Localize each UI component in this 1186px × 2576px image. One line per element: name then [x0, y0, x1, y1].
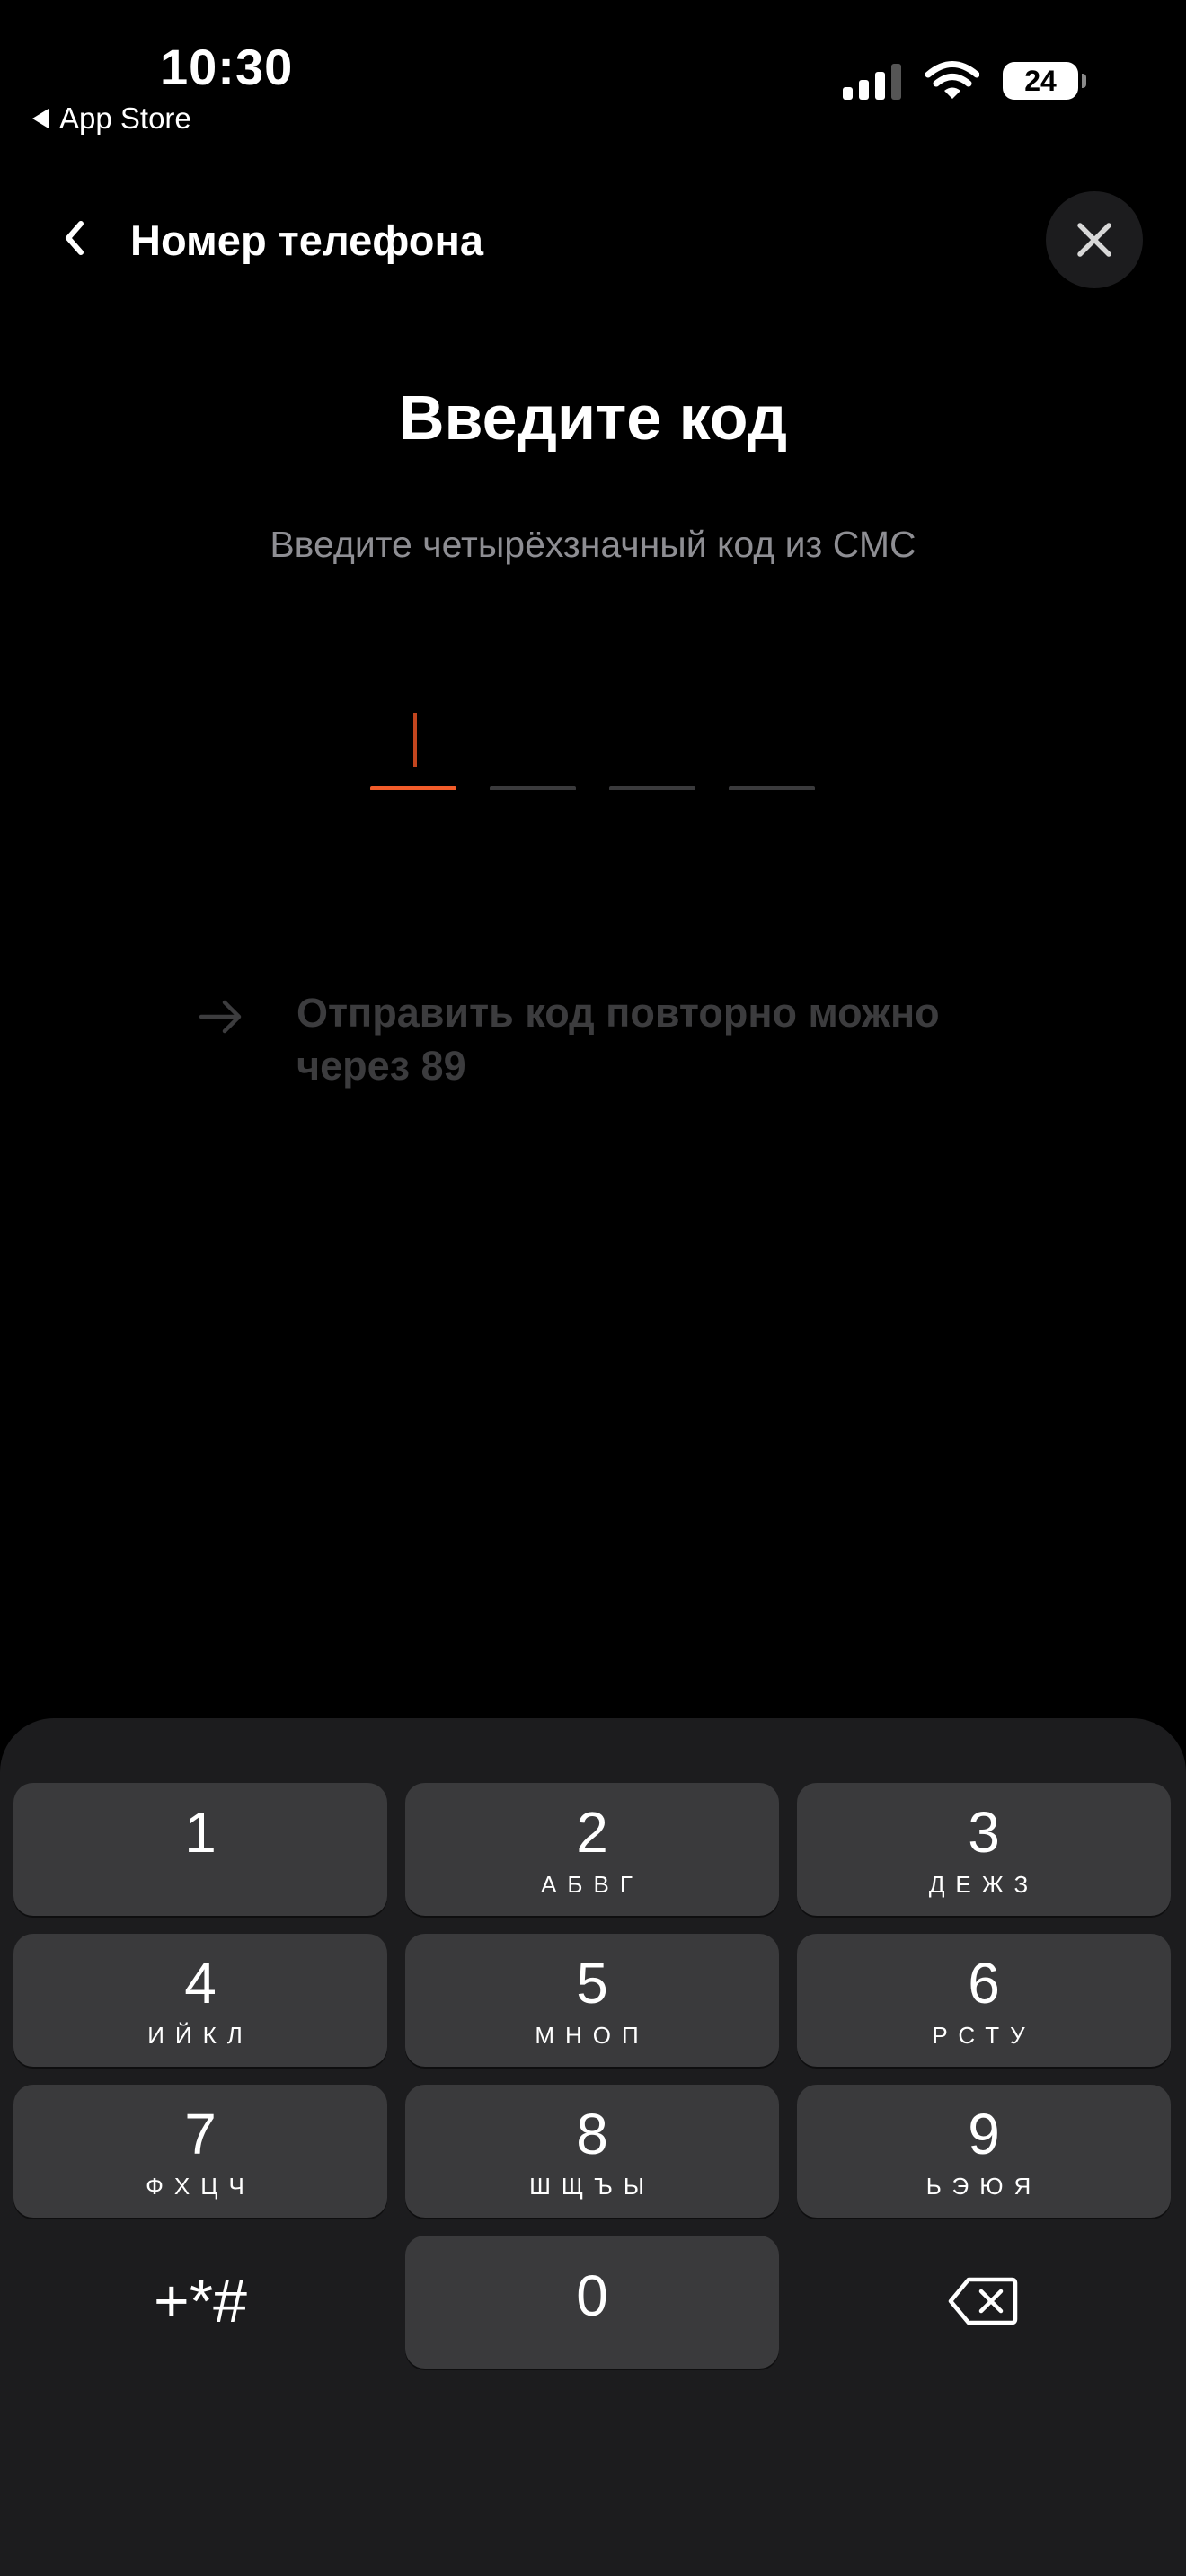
key-letters: ИЙКЛ	[147, 2022, 253, 2049]
key-7[interactable]: 7 ФХЦЧ	[13, 2085, 387, 2218]
cellular-signal-icon	[843, 64, 901, 100]
key-digit: 9	[968, 2102, 1000, 2166]
key-3[interactable]: 3 ДЕЖЗ	[797, 1783, 1171, 1916]
key-digit: 2	[576, 1800, 608, 1865]
key-digit: +*#	[154, 2267, 247, 2335]
key-letters: ШЩЪЫ	[529, 2173, 655, 2200]
key-letters: АБВГ	[541, 1871, 643, 1898]
resend-code-button[interactable]: Отправить код повторно можно через 89	[198, 986, 1006, 1092]
key-0[interactable]: 0	[405, 2236, 779, 2369]
key-8[interactable]: 8 ШЩЪЫ	[405, 2085, 779, 2218]
key-4[interactable]: 4 ИЙКЛ	[13, 1934, 387, 2067]
code-slot-1[interactable]	[370, 710, 456, 790]
code-slot-3[interactable]	[609, 710, 695, 790]
key-digit: 1	[184, 1800, 217, 1865]
code-slot-underline	[370, 786, 456, 790]
key-1[interactable]: 1	[13, 1783, 387, 1916]
key-letters: ФХЦЧ	[146, 2173, 255, 2200]
key-5[interactable]: 5 МНОП	[405, 1934, 779, 2067]
back-to-app-label: App Store	[59, 101, 191, 135]
wifi-icon	[925, 61, 979, 99]
numeric-keypad: 1 2 АБВГ 3 ДЕЖЗ 4 ИЙКЛ 5 МНОП 6 РСТУ 7 Ф…	[0, 1718, 1186, 2576]
key-symbols[interactable]: +*#	[13, 2236, 387, 2369]
code-slot-4[interactable]	[729, 710, 815, 790]
status-time: 10:30	[160, 39, 294, 95]
chevron-left-icon[interactable]	[49, 211, 102, 265]
key-digit: 4	[184, 1951, 217, 2016]
key-letters: ЬЭЮЯ	[925, 2173, 1042, 2200]
back-triangle-icon	[32, 109, 49, 128]
key-digit: 7	[184, 2102, 217, 2166]
status-indicators: 24	[843, 61, 1086, 101]
backspace-icon[interactable]	[947, 2274, 1019, 2328]
key-2[interactable]: 2 АБВГ	[405, 1783, 779, 1916]
code-slot-underline	[609, 786, 695, 790]
key-letters: МНОП	[535, 2022, 650, 2049]
text-caret	[413, 713, 417, 767]
code-slot-underline	[729, 786, 815, 790]
key-digit: 0	[576, 2263, 608, 2328]
resend-code-text: Отправить код повторно можно через 89	[296, 990, 940, 1089]
code-input[interactable]	[370, 710, 816, 790]
code-slot-2[interactable]	[490, 710, 576, 790]
battery-icon: 24	[1003, 62, 1086, 100]
arrow-right-icon	[199, 1000, 242, 1034]
page-title: Введите код	[398, 383, 788, 453]
key-digit: 8	[576, 2102, 608, 2166]
close-icon	[1077, 223, 1111, 257]
key-digit: 6	[968, 1951, 1000, 2016]
header-title: Номер телефона	[130, 216, 483, 264]
key-digit: 5	[576, 1951, 608, 2016]
instruction-text: Введите четырёхзначный код из СМС	[270, 524, 916, 565]
key-9[interactable]: 9 ЬЭЮЯ	[797, 2085, 1171, 2218]
key-letters: РСТУ	[932, 2022, 1036, 2049]
key-letters: ДЕЖЗ	[928, 1871, 1040, 1898]
code-slot-underline	[490, 786, 576, 790]
close-button[interactable]	[1046, 191, 1143, 288]
back-to-app-store[interactable]: App Store	[32, 101, 191, 137]
key-digit: 3	[968, 1800, 1000, 1865]
key-6[interactable]: 6 РСТУ	[797, 1934, 1171, 2067]
